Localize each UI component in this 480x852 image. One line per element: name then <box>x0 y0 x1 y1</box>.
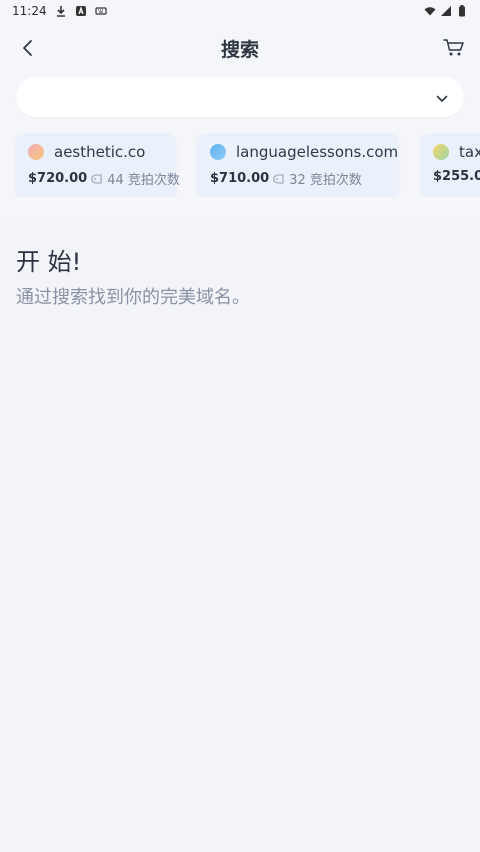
cart-icon <box>443 39 464 56</box>
header: 搜索 <box>0 22 480 74</box>
status-left: 11:24 <box>12 4 107 18</box>
cart-button[interactable] <box>442 36 466 60</box>
domain-name: languagelessons.com <box>236 143 399 161</box>
domain-dot-icon <box>28 144 44 160</box>
tag-icon <box>273 173 285 185</box>
domain-dot-icon <box>433 144 449 160</box>
domain-card[interactable]: tax $255.00 <box>421 133 480 197</box>
empty-state-title: 开 始! <box>16 248 82 276</box>
domain-price: $255.00 <box>433 169 480 184</box>
chevron-down-icon[interactable] <box>436 88 448 107</box>
domain-price: $710.00 <box>210 171 270 186</box>
chevron-left-icon <box>23 40 32 56</box>
signal-icon <box>440 5 452 17</box>
app-notification-icon <box>75 5 87 17</box>
bid-count: 32 竞拍次数 <box>289 173 362 188</box>
domain-dot-icon <box>210 144 226 160</box>
battery-icon <box>456 5 468 17</box>
bid-count: 44 竞拍次数 <box>107 173 180 188</box>
domain-card[interactable]: languagelessons.com $710.00 32 竞拍次数 <box>198 133 398 197</box>
card-bottom: $720.00 44 竞拍次数 <box>28 169 180 188</box>
card-bottom: $710.00 32 竞拍次数 <box>210 169 386 188</box>
domain-card[interactable]: aesthetic.co $720.00 44 竞拍次数 <box>16 133 180 197</box>
status-right <box>424 5 468 17</box>
card-bottom: $255.00 <box>433 169 480 184</box>
card-top: languagelessons.com <box>210 143 398 161</box>
empty-state-subtitle: 通过搜索找到你的完美域名。 <box>16 287 250 308</box>
page-title: 搜索 <box>220 38 259 61</box>
featured-domains-list: aesthetic.co $720.00 44 竞拍次数 languageles… <box>0 133 480 197</box>
status-time: 11:24 <box>12 4 47 18</box>
empty-state: 开 始! 通过搜索找到你的完美域名。 <box>0 218 480 333</box>
wifi-icon <box>424 5 436 17</box>
card-top: aesthetic.co <box>28 143 163 161</box>
status-bar: 11:24 <box>0 0 480 22</box>
tag-icon <box>91 173 103 185</box>
domain-price: $720.00 <box>28 171 88 186</box>
back-button[interactable] <box>16 36 40 60</box>
search-input[interactable] <box>16 77 436 117</box>
domain-name: aesthetic.co <box>54 143 146 161</box>
card-top: tax <box>433 143 480 161</box>
download-icon <box>55 5 67 17</box>
domain-name: tax <box>459 143 480 161</box>
top-area: 11:24 搜索 aesthetic.co $720.00 44 竞拍次数 la… <box>0 0 480 218</box>
keyboard-icon <box>94 5 107 17</box>
search-box[interactable] <box>16 77 464 117</box>
